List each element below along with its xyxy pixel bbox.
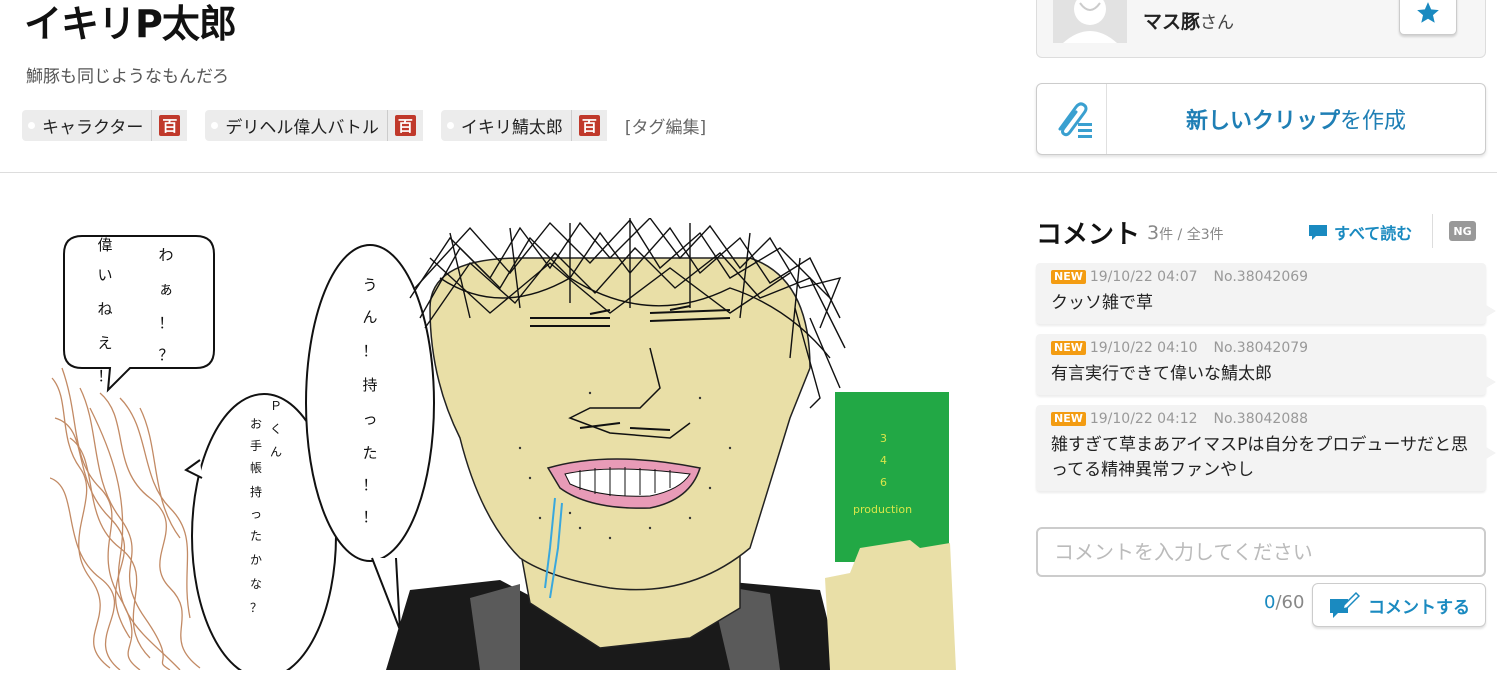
- comment-number[interactable]: No.38042088: [1214, 411, 1309, 427]
- svg-text:持: 持: [362, 376, 377, 394]
- tag-item[interactable]: キャラクター 百: [22, 110, 188, 141]
- ng-button[interactable]: NG: [1449, 221, 1476, 241]
- comment-meta: NEW 19/10/22 04:07 No.38042069: [1051, 269, 1471, 285]
- dictionary-icon: 百: [394, 115, 416, 136]
- svg-text:く: く: [270, 422, 282, 436]
- svg-text:た: た: [250, 529, 262, 543]
- new-badge: NEW: [1051, 341, 1086, 355]
- svg-text:持: 持: [250, 484, 262, 499]
- book-text: 3: [880, 432, 887, 445]
- svg-text:お: お: [250, 417, 262, 431]
- read-all-button[interactable]: すべて読む: [1308, 220, 1412, 244]
- svg-text:か: か: [250, 553, 262, 567]
- comment-date: 19/10/22 04:12: [1089, 411, 1198, 427]
- user-card: マス豚さん: [1036, 0, 1486, 58]
- svg-text:手: 手: [250, 439, 262, 453]
- comment-input[interactable]: [1036, 527, 1486, 577]
- avatar[interactable]: [1053, 0, 1127, 43]
- comment-meta: NEW 19/10/22 04:12 No.38042088: [1051, 411, 1471, 427]
- svg-text:Ｐ: Ｐ: [270, 399, 282, 413]
- svg-text:た: た: [362, 444, 377, 462]
- section-divider: [0, 172, 1497, 173]
- svg-text:い: い: [97, 266, 112, 284]
- comment-header: コメント 3件 / 全3件 すべて読む NG: [1036, 210, 1486, 250]
- dictionary-button[interactable]: 百: [151, 110, 187, 141]
- clip-icon-box: [1037, 84, 1107, 154]
- new-badge: NEW: [1051, 270, 1086, 284]
- comment-date: 19/10/22 04:10: [1089, 340, 1198, 356]
- svg-text:帳: 帳: [250, 461, 262, 475]
- svg-text:6: 6: [880, 476, 887, 489]
- pen-bubble-icon: [1330, 591, 1360, 618]
- svg-text:！: ！: [158, 314, 173, 332]
- submit-comment-button[interactable]: コメントする: [1312, 583, 1486, 627]
- tag-item[interactable]: イキリ鯖太郎 百: [440, 110, 607, 141]
- illustration-image[interactable]: 3 4 6 production 偉いねえ！ わぁ！？ うん！持った！！ Ｐくん…: [49, 216, 965, 679]
- svg-text:！: ！: [362, 342, 377, 360]
- svg-text:ん: ん: [362, 308, 377, 326]
- tag-label[interactable]: キャラクター: [42, 113, 151, 138]
- tag-item[interactable]: デリヘル偉人バトル 百: [205, 110, 423, 141]
- tag-edit-link[interactable]: [タグ編集]: [625, 113, 706, 138]
- svg-text:！: ！: [97, 367, 112, 385]
- star-icon: [1417, 2, 1439, 23]
- tag-list: キャラクター 百 デリヘル偉人バトル 百 イキリ鯖太郎 百 [タグ編集]: [22, 110, 706, 141]
- svg-text:え: え: [97, 334, 112, 352]
- svg-text:production: production: [853, 503, 912, 516]
- svg-text:？: ？: [158, 346, 173, 364]
- dictionary-button[interactable]: 百: [570, 110, 607, 141]
- dictionary-icon: 百: [578, 115, 600, 136]
- svg-text:ぁ: ぁ: [158, 280, 173, 298]
- svg-text:ね: ね: [97, 300, 112, 318]
- svg-text:わ: わ: [158, 246, 173, 264]
- create-clip-label[interactable]: 新しいクリップを作成: [1107, 103, 1485, 135]
- svg-text:っ: っ: [250, 507, 262, 521]
- comment-list: NEW 19/10/22 04:07 No.38042069 クッソ雑で草 NE…: [1036, 263, 1496, 501]
- comment-text: 有言実行できて偉いな鯖太郎: [1051, 364, 1272, 384]
- dictionary-icon: 百: [159, 115, 181, 136]
- user-name[interactable]: マス豚さん: [1143, 7, 1234, 34]
- comment-text: クッソ雑で草: [1051, 293, 1153, 313]
- svg-text:！: ！: [362, 476, 377, 494]
- svg-text:？: ？: [250, 601, 262, 615]
- comment-bubble-icon: [1309, 225, 1327, 240]
- illust-caption: 鰤豚も同じようなもんだろ: [26, 67, 229, 87]
- illust-title: イキリP太郎: [24, 2, 237, 46]
- svg-text:偉: 偉: [97, 236, 112, 254]
- comment-item[interactable]: NEW 19/10/22 04:07 No.38042069 クッソ雑で草: [1036, 263, 1496, 324]
- comment-title: コメント: [1036, 220, 1141, 250]
- svg-text:っ: っ: [362, 410, 377, 428]
- tag-label[interactable]: イキリ鯖太郎: [461, 113, 571, 138]
- svg-text:う: う: [362, 276, 377, 294]
- comment-count: 3件 / 全3件: [1147, 222, 1224, 244]
- separator: [1432, 214, 1433, 248]
- comment-number[interactable]: No.38042069: [1214, 269, 1309, 285]
- tag-label[interactable]: デリヘル偉人バトル: [225, 113, 387, 138]
- svg-text:ん: ん: [270, 445, 282, 459]
- paperclip-icon: [1058, 102, 1092, 138]
- dictionary-button[interactable]: 百: [386, 110, 423, 141]
- char-counter: 0/60: [1264, 592, 1305, 613]
- comment-meta: NEW 19/10/22 04:10 No.38042079: [1051, 340, 1471, 356]
- comment-number[interactable]: No.38042079: [1214, 340, 1309, 356]
- favorite-button[interactable]: [1399, 0, 1457, 35]
- new-badge: NEW: [1051, 412, 1086, 426]
- comment-text: 雑すぎて草まあアイマスPは自分をプロデューサだと思ってる精神異常ファンやし: [1051, 435, 1469, 480]
- svg-text:な: な: [250, 577, 262, 591]
- comment-item[interactable]: NEW 19/10/22 04:12 No.38042088 雑すぎて草まあアイ…: [1036, 405, 1496, 491]
- svg-text:4: 4: [880, 454, 887, 467]
- create-clip-button[interactable]: 新しいクリップを作成: [1036, 83, 1486, 155]
- comment-item[interactable]: NEW 19/10/22 04:10 No.38042079 有言実行できて偉い…: [1036, 334, 1496, 395]
- comment-date: 19/10/22 04:07: [1089, 269, 1198, 285]
- svg-text:！: ！: [362, 508, 377, 526]
